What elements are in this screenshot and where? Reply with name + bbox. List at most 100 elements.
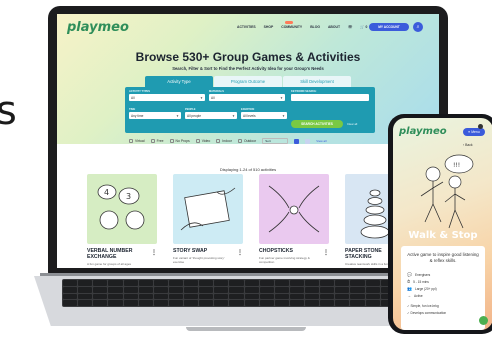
tab-activity-type[interactable]: Activity Type (145, 76, 213, 87)
keyboard-key (199, 293, 214, 300)
people-select[interactable]: All people ▼ (185, 112, 237, 119)
people-icon: 👥 (407, 286, 412, 291)
site-logo[interactable]: playmeo (67, 20, 129, 35)
back-link[interactable]: ‹ Back (463, 143, 473, 147)
keyboard-key (320, 293, 335, 300)
keyboard-key (335, 293, 350, 300)
hands-chopsticks-illustration (268, 185, 320, 233)
meta-text: 5 - 15 mins (413, 279, 429, 284)
cart-icon[interactable]: 🛒 0 (360, 25, 367, 29)
materials-value: All (211, 95, 215, 100)
keyboard-key (138, 300, 153, 306)
keyboard-key (259, 293, 274, 300)
checkbox-indoor[interactable]: Indoor (216, 139, 232, 143)
tab-program-outcome[interactable]: Program Outcome (214, 76, 282, 87)
nav-shop[interactable]: SHOP (264, 25, 274, 29)
keyboard-key (153, 293, 168, 300)
search-icon[interactable]: ⌕ (413, 22, 423, 32)
filter-panel: ACTIVITY TYPES All ▼ MATERIALS All ▼ KEY… (125, 87, 375, 133)
keyboard-key (350, 293, 365, 300)
activity-types-select[interactable]: All ▼ (129, 94, 205, 101)
list-view-icon[interactable] (305, 138, 311, 144)
keyboard-key (365, 293, 380, 300)
exertion-select[interactable]: All levels ▼ (241, 112, 287, 119)
checkbox-no-props[interactable]: No Props (169, 139, 190, 143)
keyboard-key (274, 280, 289, 286)
keyboard-key (108, 280, 123, 286)
keyboard-key (78, 300, 93, 306)
keyboard-key (365, 280, 380, 286)
nav-about[interactable]: ABOUT (328, 25, 340, 29)
exertion-label: EXERTION (241, 108, 255, 111)
materials-select[interactable]: All ▼ (209, 94, 285, 101)
people-value: All people (187, 113, 201, 118)
checkbox-video[interactable]: Video (195, 139, 210, 143)
card-title[interactable]: STORY SWAP (173, 248, 235, 255)
activity-illustration[interactable]: 4 3 (87, 174, 157, 244)
checkbox-label: Virtual (135, 139, 145, 143)
keyboard-key (168, 280, 183, 286)
grid-view-icon[interactable] (294, 138, 300, 144)
search-activities-button[interactable]: SEARCH ACTIVITIES (291, 120, 343, 128)
activity-card[interactable]: 4 3 VERBAL NUMBER EXCHANGE A fun game fo… (87, 174, 157, 266)
phone-icon[interactable]: ☏ (348, 25, 352, 29)
activity-title: Walk & Stop (408, 230, 478, 241)
phone-logo[interactable]: playmeo (399, 126, 447, 137)
more-options-icon[interactable]: ⋮ (323, 249, 329, 256)
keyboard-key (214, 293, 229, 300)
card-subtitle: Fun partner game involving strategy & co… (259, 255, 310, 264)
keyboard-key (138, 280, 153, 286)
checkbox-label: Free (156, 139, 164, 143)
keyboard-key (199, 300, 214, 306)
checkbox-virtual[interactable]: Virtual (129, 139, 145, 143)
menu-button[interactable]: ≡ Menu (463, 128, 485, 136)
activity-illustration[interactable] (259, 174, 329, 244)
keyword-search-input[interactable] (291, 94, 369, 101)
nav-blog[interactable]: BLOG (310, 25, 320, 29)
page-title: Browse 530+ Group Games & Activities (135, 50, 361, 64)
activity-card[interactable]: STORY SWAP Fun variant of 'thought provo… (173, 174, 243, 264)
activity-illustration[interactable] (173, 174, 243, 244)
checkbox-outdoor[interactable]: Outdoor (237, 139, 256, 143)
keyboard-key (78, 280, 93, 286)
activity-card[interactable]: CHOPSTICKS Fun partner game involving st… (259, 174, 329, 264)
keyboard-key (63, 280, 78, 286)
tab-skill-development[interactable]: Skill Development (283, 76, 351, 87)
time-value: Any time (131, 113, 144, 118)
card-title[interactable]: VERBAL NUMBER EXCHANGE (87, 248, 149, 261)
my-account-button[interactable]: MY ACCOUNT (369, 23, 409, 31)
quick-filter-row: Virtual Free No Props Video Indoor Outdo… (129, 138, 327, 144)
view-all-link[interactable]: View all (316, 139, 326, 143)
activity-types-value: All (131, 95, 135, 100)
sort-select[interactable]: Sort (262, 138, 289, 144)
checkbox-label: Indoor (222, 139, 232, 143)
keyboard-key (305, 293, 320, 300)
keyboard-key (199, 286, 214, 293)
chevron-down-icon: ▼ (176, 113, 179, 118)
checkbox-free[interactable]: Free (150, 139, 164, 143)
chat-icon: 💬 (407, 272, 412, 277)
meta-group-size: 👥 Large (20+ ppl) (407, 286, 437, 291)
keyboard-key (244, 280, 259, 286)
card-title[interactable]: CHOPSTICKS (259, 248, 321, 255)
clear-all-link[interactable]: Clear all (347, 122, 357, 126)
keyboard-key (305, 286, 320, 293)
more-options-icon[interactable]: ⋮ (237, 249, 243, 256)
keyboard-key (274, 293, 289, 300)
time-select[interactable]: Any time ▼ (129, 112, 181, 119)
nav-community[interactable]: COMMUNITY (281, 21, 302, 29)
keyboard-key (305, 280, 320, 286)
more-options-icon[interactable]: ⋮ (151, 249, 157, 256)
chat-button-icon[interactable] (479, 316, 488, 325)
keyboard-key (93, 300, 108, 306)
keyboard-key (305, 300, 320, 306)
keyboard-key (214, 286, 229, 293)
keyboard-key (78, 293, 93, 300)
nav-activities[interactable]: ACTIVITIES (237, 25, 256, 29)
filter-tabs: Activity Type Program Outcome Skill Deve… (145, 76, 351, 87)
checkbox-label: No Props (175, 139, 190, 143)
keyboard-key (289, 280, 304, 286)
keyboard-key (153, 280, 168, 286)
chevron-down-icon: ▼ (232, 113, 235, 118)
keyboard-key (244, 286, 259, 293)
